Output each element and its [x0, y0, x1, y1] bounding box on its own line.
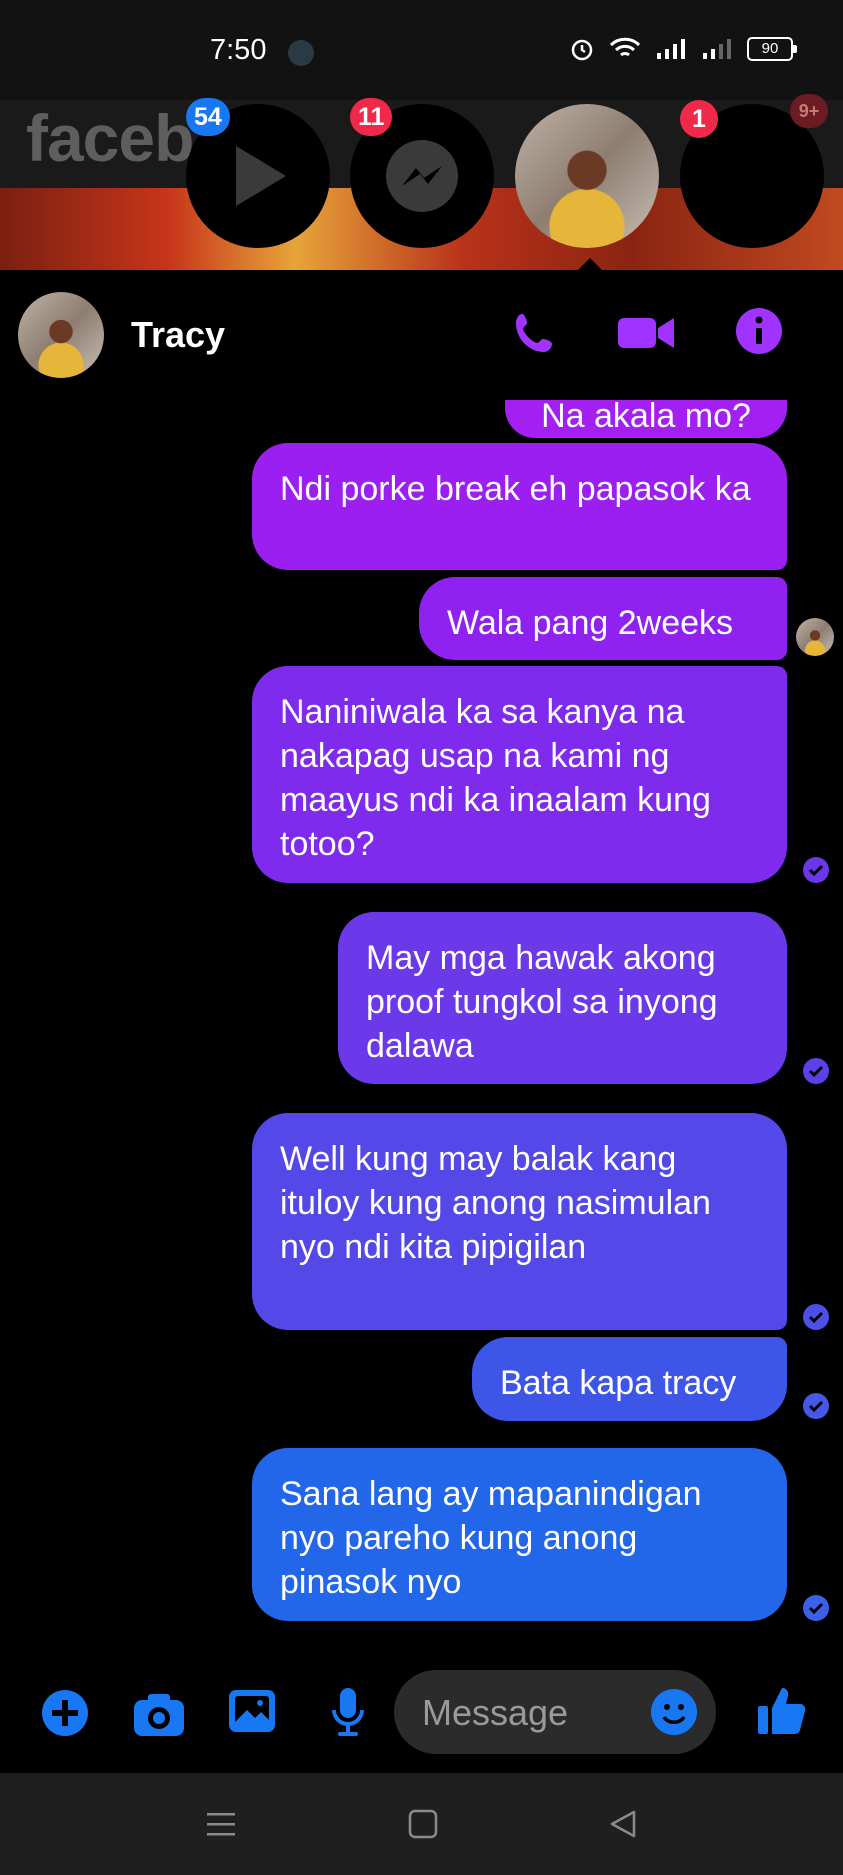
seen-check-icon [803, 1393, 829, 1419]
video-badge: 54 [186, 98, 230, 136]
android-nav-bar [0, 1773, 843, 1875]
message-bubble[interactable]: Ndi porke break eh papasok ka [252, 443, 787, 570]
signal-icon-2 [703, 39, 731, 59]
message-placeholder: Message [422, 1692, 569, 1733]
contact-avatar-header[interactable] [18, 292, 104, 378]
like-thumb-icon[interactable] [754, 1682, 810, 1738]
video-call-icon-header[interactable] [616, 306, 676, 360]
gallery-icon[interactable] [227, 1686, 277, 1736]
tracy-chat-head[interactable] [515, 104, 659, 248]
message-bubble[interactable]: Sana lang ay mapanindigan nyo pareho kun… [252, 1448, 787, 1621]
status-bar: 7:50 90 [0, 0, 843, 100]
messenger-badge: 11 [350, 98, 393, 136]
seen-check-icon [803, 857, 829, 883]
menu-nav-icon[interactable] [206, 1809, 236, 1839]
wifi-icon [609, 37, 641, 57]
signal-icon-1 [657, 39, 685, 59]
message-bubble[interactable]: Bata kapa tracy [472, 1337, 787, 1421]
seen-check-icon [803, 1304, 829, 1330]
message-bubble[interactable]: Well kung may balak kang ituloy kung ano… [252, 1113, 787, 1330]
contact-name-header[interactable]: Tracy [131, 314, 225, 356]
alarm-icon [571, 39, 593, 61]
chat-header [0, 270, 843, 400]
seen-avatar [796, 618, 834, 656]
status-time: 7:50 [210, 34, 267, 66]
seen-check-icon [803, 1595, 829, 1621]
status-icons: 90 [569, 36, 797, 62]
back-nav-icon[interactable] [608, 1809, 638, 1839]
facebook-logo: faceb [26, 101, 194, 175]
seen-check-icon [803, 1058, 829, 1084]
microphone-icon[interactable] [328, 1686, 368, 1740]
plus-icon[interactable] [40, 1688, 90, 1738]
home-nav-icon[interactable] [408, 1809, 438, 1839]
message-bubble[interactable]: May mga hawak akong proof tungkol sa iny… [338, 912, 787, 1084]
other-head-badge: 1 [680, 100, 718, 138]
battery-icon: 90 [747, 37, 797, 61]
phone-icon-header[interactable] [508, 306, 562, 360]
emoji-icon[interactable] [650, 1688, 698, 1736]
camera-icon[interactable] [132, 1690, 186, 1738]
app-notification-icon [288, 40, 314, 66]
overflow-badge: 9+ [790, 94, 828, 128]
info-icon-header[interactable] [734, 306, 784, 356]
message-bubble[interactable]: Naniniwala ka sa kanya na nakapag usap n… [252, 666, 787, 883]
message-bubble[interactable]: Wala pang 2weeks [419, 577, 787, 660]
